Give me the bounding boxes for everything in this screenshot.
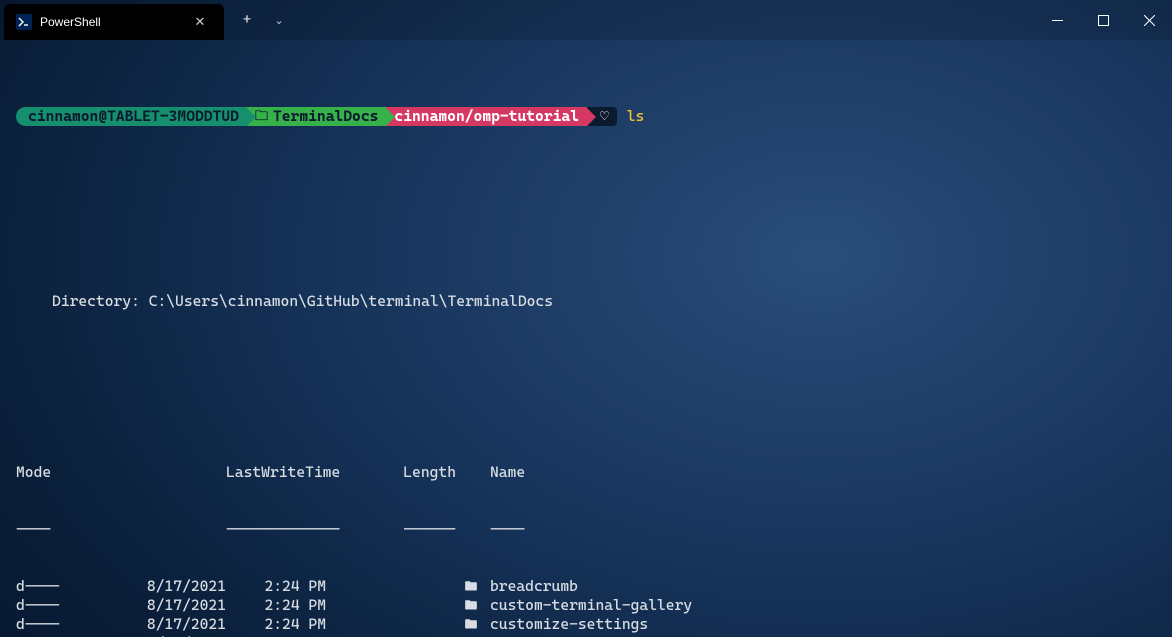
cell-time: 2:24 PM	[226, 596, 326, 615]
tab-title: PowerShell	[40, 15, 180, 29]
maximize-button[interactable]	[1080, 0, 1126, 40]
cell-time: 2:24 PM	[226, 577, 326, 596]
heart-icon: ♡	[599, 107, 610, 126]
cell-date: 8/17/2021	[76, 596, 226, 615]
powershell-icon	[16, 14, 32, 30]
prompt-branch-segment: cinnamon/omp-tutorial	[386, 107, 587, 126]
prompt-session-segment: cinnamon@TABLET-3MODDTUD	[16, 107, 247, 126]
directory-label: Directory:	[52, 292, 140, 310]
prompt-folder-text: TerminalDocs	[273, 107, 378, 126]
titlebar-drag-area[interactable]	[302, 0, 1034, 40]
list-item: d----8/17/20212:24 PM 🖿custom-terminal-ga…	[16, 596, 1156, 615]
command-text: ls	[627, 107, 645, 126]
prompt-session-text: cinnamon@TABLET-3MODDTUD	[28, 107, 239, 126]
minimize-button[interactable]	[1034, 0, 1080, 40]
list-separator: ---- ------------- ------ ----	[16, 520, 1156, 539]
cell-mode: d----	[16, 615, 76, 634]
filetype-icon: 🖿	[456, 577, 486, 596]
tab-dropdown-button[interactable]: ⌄	[266, 0, 292, 40]
cell-date: 8/17/2021	[76, 577, 226, 596]
tab-close-button[interactable]: ✕	[188, 14, 212, 30]
filetype-icon: 🖿	[456, 596, 486, 615]
prompt-line-1: cinnamon@TABLET-3MODDTUD 🗀 TerminalDocs c…	[16, 107, 1156, 126]
cell-length	[326, 615, 456, 634]
list-item: d----8/17/20212:24 PM 🖿customize-settings	[16, 615, 1156, 634]
segment-separator-icon	[587, 108, 596, 126]
directory-path: C:\Users\cinnamon\GitHub\terminal\Termin…	[149, 292, 553, 310]
close-window-button[interactable]	[1126, 0, 1172, 40]
segment-separator-icon	[247, 108, 256, 126]
header-mode: Mode	[16, 463, 76, 482]
segment-separator-icon	[386, 108, 395, 126]
header-name: Name	[486, 463, 525, 482]
cell-length	[326, 577, 456, 596]
command-output: Directory: C:\Users\cinnamon\GitHub\term…	[16, 197, 1156, 637]
cell-length	[326, 596, 456, 615]
cell-mode: d----	[16, 596, 76, 615]
cell-name: customize-settings	[486, 615, 648, 634]
titlebar: PowerShell ✕ + ⌄	[0, 0, 1172, 40]
folder-icon: 🗀	[255, 107, 268, 126]
prompt-folder-segment: 🗀 TerminalDocs	[247, 107, 386, 126]
terminal-area[interactable]: cinnamon@TABLET-3MODDTUD 🗀 TerminalDocs c…	[0, 40, 1172, 637]
cell-date: 8/17/2021	[76, 615, 226, 634]
cell-time: 2:24 PM	[226, 615, 326, 634]
window-controls	[1034, 0, 1172, 40]
list-item: d----8/17/20212:24 PM 🖿breadcrumb	[16, 577, 1156, 596]
list-header: Mode LastWriteTime Length Name	[16, 463, 1156, 482]
cell-name: breadcrumb	[486, 577, 578, 596]
cell-name: custom-terminal-gallery	[486, 596, 692, 615]
prompt-branch-text: cinnamon/omp-tutorial	[394, 107, 579, 126]
cell-mode: d----	[16, 577, 76, 596]
tab-actions: + ⌄	[224, 0, 302, 40]
new-tab-button[interactable]: +	[234, 0, 260, 40]
header-lastwritetime-text: LastWriteTime	[226, 463, 326, 482]
directory-line: Directory: C:\Users\cinnamon\GitHub\term…	[52, 292, 1156, 311]
header-length: Length	[326, 463, 456, 482]
header-lastwritetime	[76, 463, 226, 482]
tab-powershell[interactable]: PowerShell ✕	[4, 4, 224, 40]
filetype-icon: 🖿	[456, 615, 486, 634]
